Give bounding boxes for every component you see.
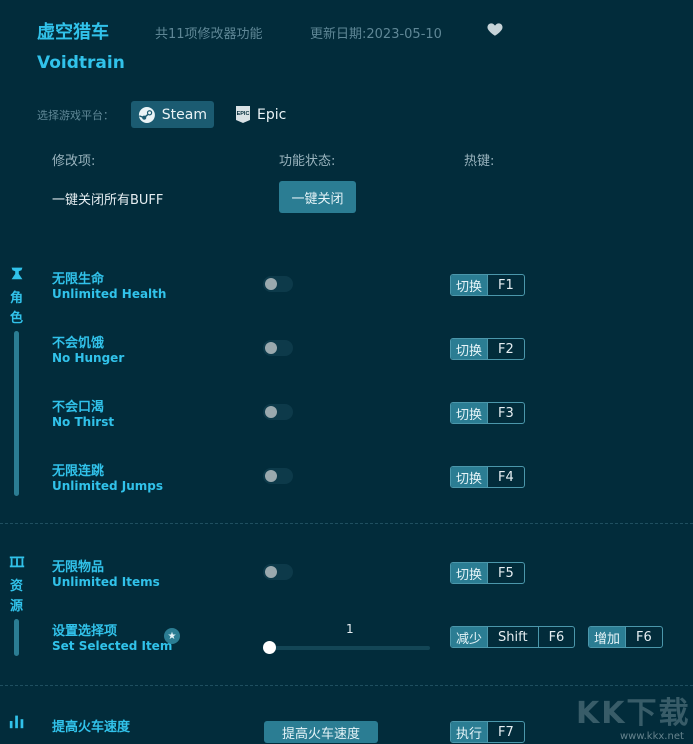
hotkey-train-speed[interactable]: 执行 F7: [450, 721, 525, 743]
category-resource-label: 资源: [10, 579, 24, 614]
item-unlimited-health-en: Unlimited Health: [52, 287, 167, 301]
watermark-url: www.kkx.net: [620, 731, 684, 742]
item-no-thirst-en: No Thirst: [52, 415, 115, 429]
game-title-cn: 虚空猎车: [37, 22, 109, 43]
disable-all-buff-label: 一键关闭所有BUFF: [52, 193, 164, 208]
platform-epic-button[interactable]: EPIC Epic: [228, 101, 296, 128]
hotkey-key: F2: [487, 339, 524, 359]
hotkey-key: F6: [537, 627, 575, 647]
hotkey-unlimited-jumps[interactable]: 切换 F4: [450, 466, 525, 488]
platform-epic-label: Epic: [257, 106, 287, 123]
update-date: 更新日期:2023-05-10: [310, 27, 442, 42]
hotkey-no-thirst[interactable]: 切换 F3: [450, 402, 525, 424]
hotkey-action: 增加: [589, 627, 626, 647]
platform-steam-label: Steam: [161, 106, 207, 123]
toggle-no-thirst[interactable]: [263, 404, 293, 420]
hotkey-action: 切换: [451, 339, 488, 359]
column-header-hotkey: 热键:: [464, 154, 495, 169]
steam-icon: [138, 106, 155, 123]
item-unlimited-jumps-en: Unlimited Jumps: [52, 479, 164, 493]
resource-icon: [9, 556, 25, 568]
platform-steam-button[interactable]: Steam: [131, 101, 214, 128]
item-set-selected-cn: 设置选择项: [52, 624, 118, 639]
toggle-unlimited-items[interactable]: [263, 564, 293, 580]
disable-all-button[interactable]: 一键关闭: [279, 181, 356, 213]
svg-text:EPIC: EPIC: [237, 111, 250, 117]
hotkey-increase[interactable]: 增加 F6: [588, 626, 663, 648]
toggle-unlimited-jumps[interactable]: [263, 468, 293, 484]
increase-train-speed-button[interactable]: 提高火车速度: [264, 721, 378, 743]
item-no-hunger-en: No Hunger: [52, 351, 125, 365]
item-unlimited-items-cn: 无限物品: [52, 560, 105, 575]
section-divider: [0, 523, 693, 524]
bar-chart-icon: [9, 715, 24, 729]
set-item-slider[interactable]: [270, 646, 430, 650]
toggle-no-hunger[interactable]: [263, 340, 293, 356]
star-icon[interactable]: ★: [164, 628, 180, 644]
hotkey-key: F3: [487, 403, 524, 423]
hotkey-action: 减少: [451, 627, 488, 647]
item-no-thirst-cn: 不会口渴: [52, 400, 105, 415]
category-character-label: 角色: [10, 291, 24, 326]
game-title-en: Voidtrain: [37, 53, 125, 73]
section-divider: [0, 685, 693, 686]
item-unlimited-health-cn: 无限生命: [52, 272, 105, 287]
slider-handle[interactable]: [263, 641, 276, 654]
hotkey-key: F1: [487, 275, 524, 295]
column-header-mod: 修改项:: [52, 154, 96, 169]
item-no-hunger-cn: 不会饥饿: [52, 336, 105, 351]
epic-games-icon: EPIC: [236, 106, 250, 123]
hotkey-key: F6: [625, 627, 662, 647]
hotkey-key: F7: [487, 722, 524, 742]
hotkey-no-hunger[interactable]: 切换 F2: [450, 338, 525, 360]
item-unlimited-items-en: Unlimited Items: [52, 575, 160, 589]
hotkey-action: 切换: [451, 403, 488, 423]
hotkey-modifier: Shift: [487, 627, 538, 647]
item-train-speed-cn: 提高火车速度: [52, 720, 131, 735]
hotkey-action: 切换: [451, 563, 488, 583]
column-header-status: 功能状态:: [279, 154, 336, 169]
category-resource-bar: [14, 619, 19, 656]
hotkey-action: 执行: [451, 722, 488, 742]
platform-label: 选择游戏平台：: [37, 109, 114, 122]
hotkey-unlimited-items[interactable]: 切换 F5: [450, 562, 525, 584]
toggle-unlimited-health[interactable]: [263, 276, 293, 292]
slider-value: 1: [346, 622, 354, 636]
hotkey-unlimited-health[interactable]: 切换 F1: [450, 274, 525, 296]
hotkey-key: F4: [487, 467, 524, 487]
hotkey-decrease[interactable]: 减少 Shift F6: [450, 626, 576, 648]
item-set-selected-en: Set Selected Item: [52, 639, 173, 653]
category-character-bar: [14, 331, 19, 496]
character-icon: [11, 267, 23, 280]
feature-count: 共11项修改器功能: [155, 27, 263, 42]
item-unlimited-jumps-cn: 无限连跳: [52, 464, 105, 479]
hotkey-action: 切换: [451, 467, 488, 487]
watermark-logo: KK下载: [576, 696, 691, 731]
hotkey-action: 切换: [451, 275, 488, 295]
heart-icon[interactable]: [486, 20, 504, 38]
hotkey-key: F5: [487, 563, 524, 583]
